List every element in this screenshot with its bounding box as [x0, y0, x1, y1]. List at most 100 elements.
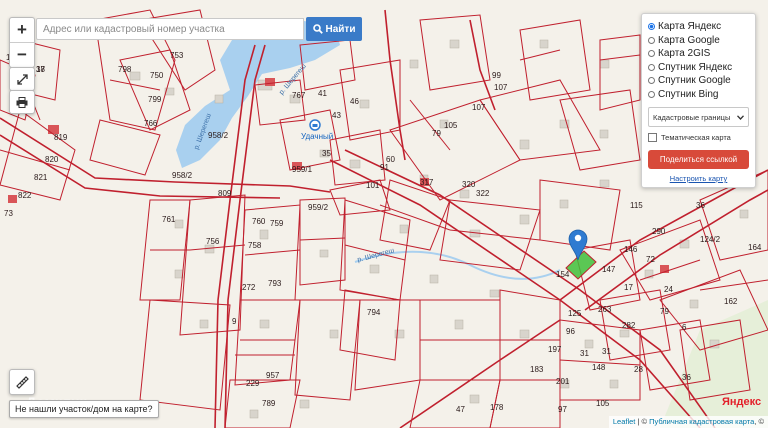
plot-number-label: 107 [494, 83, 508, 92]
layer-option-google-map[interactable]: Карта Google [648, 34, 749, 48]
plot-number-label: 9 [232, 317, 237, 326]
building [299, 399, 310, 409]
plot-number-label: 107 [472, 103, 486, 112]
configure-map-link[interactable]: Настроить карту [648, 174, 749, 183]
plot-number-label: 789 [262, 399, 276, 408]
plot-number-label: 154 [556, 270, 570, 279]
building [329, 329, 339, 339]
yandex-logo: Яндекс [722, 396, 762, 408]
radio-icon [648, 77, 655, 85]
plot-number-label: 750 [150, 71, 164, 80]
building [599, 59, 610, 69]
attribution: Leaflet | © Публичная кадастровая карта,… [608, 416, 768, 428]
plot-number-label: 79 [432, 129, 441, 138]
building [619, 329, 630, 338]
building [369, 264, 380, 274]
share-link-button[interactable]: Поделиться ссылкой [648, 150, 749, 169]
plot-number-label: 263 [598, 305, 612, 314]
building [399, 224, 409, 234]
plot-number-label: 91 [380, 163, 389, 172]
plot-number-label: 97 [558, 405, 567, 414]
plot-number-label: 821 [34, 173, 48, 182]
zoom-in-button[interactable]: + [10, 18, 34, 42]
plot-number-label: 819 [54, 133, 68, 142]
building [489, 289, 500, 298]
zoom-control: + − [9, 17, 35, 68]
radio-icon [648, 36, 655, 44]
layer-option-2gis-map[interactable]: Карта 2GIS [648, 47, 749, 61]
boundaries-select[interactable]: Кадастровые границы [648, 107, 749, 127]
plot-number-label: 164 [748, 243, 762, 252]
building [584, 339, 594, 349]
layer-option-bing-satellite[interactable]: Спутник Bing [648, 88, 749, 102]
layer-option-google-satellite[interactable]: Спутник Google [648, 74, 749, 88]
leaflet-link[interactable]: Leaflet [613, 417, 636, 426]
building [394, 329, 405, 339]
search-button-label: Найти [325, 23, 356, 35]
place-icon [309, 119, 321, 131]
plot-number-label: 105 [444, 121, 458, 130]
building [429, 274, 439, 284]
layer-option-label: Карта Яндекс [658, 21, 722, 33]
plot-number-label: 124/2 [700, 235, 721, 244]
plot-number-label: 183 [530, 365, 544, 374]
plot-number-label: 958/2 [208, 131, 229, 140]
plot-number-label: 125 [568, 309, 582, 318]
layer-option-label: Спутник Яндекс [658, 61, 733, 73]
cadastral-map-link[interactable]: Публичная кадастровая карта [649, 417, 754, 426]
plot-number-label: 43 [332, 111, 341, 120]
layer-option-label: Спутник Bing [658, 88, 719, 100]
building [469, 394, 480, 404]
plot-number-label: 96 [566, 327, 575, 336]
thematic-map-toggle[interactable]: Тематическая карта [648, 133, 749, 142]
plot-number-label: 272 [242, 283, 256, 292]
radio-icon [648, 90, 655, 98]
plot-number-label: 31 [580, 349, 589, 358]
plot-number-label: 72 [646, 255, 655, 264]
building [454, 319, 464, 330]
plot-number-label: 46 [350, 97, 359, 106]
plot-number-label: 147 [602, 265, 616, 274]
plot-number-label: 105 [596, 399, 610, 408]
building [459, 189, 470, 199]
plot-number-label: 41 [318, 89, 327, 98]
print-icon [16, 96, 28, 108]
plot-number-label: 958/2 [172, 171, 193, 180]
plot-number-label: 760 [252, 217, 266, 226]
search-button[interactable]: Найти [306, 17, 362, 41]
plot-number-label: 24 [664, 285, 673, 294]
plot-number-label: 17 [624, 283, 633, 292]
building [689, 299, 699, 309]
plot-number-label: 761 [162, 215, 176, 224]
plot-number-label: 79 [660, 307, 669, 316]
search-input[interactable] [36, 18, 304, 40]
plot-number-label: 957 [266, 371, 280, 380]
fullscreen-button[interactable] [9, 67, 35, 91]
plot-number-label: 73 [4, 209, 13, 218]
building [359, 99, 370, 109]
plot-number-label: 793 [268, 279, 282, 288]
plot-number-label: 959/2 [308, 203, 329, 212]
plot-number-label: 101 [366, 181, 380, 190]
print-button[interactable] [9, 90, 35, 114]
measure-button[interactable] [9, 369, 35, 395]
plot-number-label: 197 [548, 345, 562, 354]
plot-number-label: 18 [36, 65, 45, 74]
not-found-button[interactable]: Не нашли участок/дом на карте? [9, 400, 159, 418]
layer-option-yandex-satellite[interactable]: Спутник Яндекс [648, 61, 749, 75]
checkbox-icon [648, 133, 657, 142]
plot-number-label: 146 [624, 245, 638, 254]
building [449, 39, 460, 49]
building [259, 229, 269, 240]
layer-option-yandex-map[interactable]: Карта Яндекс [648, 20, 749, 34]
plot-number-label: 759 [270, 219, 284, 228]
plot-number-label: 162 [724, 297, 738, 306]
plot-number-label: 36 [696, 201, 705, 210]
building [199, 319, 209, 329]
plot-number-label: 320 [462, 180, 476, 189]
zoom-out-button[interactable]: − [10, 42, 34, 67]
radio-icon [648, 23, 655, 31]
building [174, 219, 184, 229]
plot-number-label: 282 [622, 321, 636, 330]
building-highlighted [8, 195, 17, 203]
